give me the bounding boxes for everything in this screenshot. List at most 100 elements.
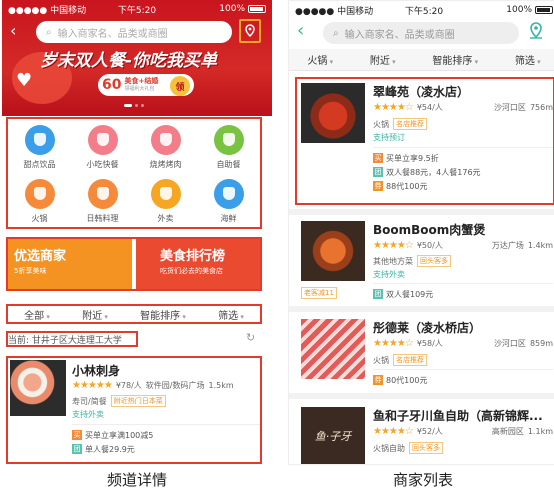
deal-row[interactable]: 券 80代100元	[373, 373, 553, 387]
shop-area: 高新园区	[491, 427, 524, 436]
search-bar[interactable]: ⌕ 输入商家名、品类或商圈	[323, 22, 519, 44]
category-label: 甜点饮品	[23, 159, 56, 169]
shop-name[interactable]: 彤德莱（凌水桥店）	[373, 319, 481, 336]
deal-text: 买单立享9.5折	[386, 153, 439, 163]
banner-claim-button[interactable]: 领	[170, 76, 190, 96]
category-item[interactable]: 火锅	[8, 174, 71, 228]
shop-thumbnail[interactable]	[301, 319, 365, 379]
location-pin-icon	[245, 24, 255, 38]
shop-thumbnail[interactable]	[10, 360, 66, 416]
promo-subtitle: 吃货们必去的美食店	[160, 267, 223, 275]
banner-pager	[124, 104, 144, 107]
filter-option[interactable]: 全部	[24, 307, 50, 322]
category-item[interactable]: 甜点饮品	[8, 120, 71, 174]
banner-pill-number: 60	[102, 77, 122, 93]
deal-type-icon: 买	[72, 430, 82, 440]
heart-icon: ♥	[16, 70, 33, 91]
deal-row[interactable]: 买买单立享满100减5	[72, 428, 262, 442]
deal-text: 80代100元	[386, 375, 428, 385]
refresh-icon[interactable]: ↻	[246, 331, 255, 344]
promo-subtitle: 5折享美味	[14, 267, 47, 275]
shop-area: 软件园/数码广场	[145, 381, 205, 390]
battery-percent: 100%	[506, 5, 532, 15]
shop-badge: 附近热门日本菜	[110, 395, 166, 407]
shop-name[interactable]: BoomBoom肉蟹煲	[373, 221, 485, 238]
channel-detail-screen: ●●●●● 中国移动 下午5:20 100% ‹ ⌕ 输入商家名、品类或商圈 ♥…	[2, 0, 272, 465]
category-item[interactable]: 日韩料理	[71, 174, 134, 228]
filter-bar: 全部 附近 智能排序 筛选	[8, 306, 260, 322]
map-button[interactable]	[239, 19, 261, 43]
shop-name[interactable]: 翠峰苑（凌水店）	[373, 83, 469, 100]
back-icon[interactable]: ‹	[10, 21, 16, 40]
deal-row[interactable]: 券 88代100元	[373, 179, 553, 193]
avg-price: ¥78/人	[115, 381, 142, 390]
category-item[interactable]: 小吃快餐	[71, 120, 134, 174]
filter-option[interactable]: 智能排序	[140, 307, 186, 322]
avg-price: ¥58/人	[416, 339, 443, 348]
shop-deals: 买买单立享满100减5 团单人餐29.9元	[72, 428, 262, 456]
returning-customer-tag: 老客减11	[301, 287, 337, 299]
shop-badge: 名店推荐	[393, 354, 427, 366]
category-label: 日韩料理	[86, 213, 119, 223]
back-icon[interactable]: ‹	[297, 20, 304, 41]
shop-distance: 1.1km	[527, 427, 553, 436]
shop-thumbnail[interactable]	[301, 83, 365, 143]
shop-deals: 买买单立享9.5折团双人餐88元，4人餐176元券 88代100元	[373, 151, 553, 193]
clock: 下午5:20	[117, 5, 157, 16]
avg-price: ¥54/人	[416, 103, 443, 112]
deal-text: 双人餐88元，4人餐176元	[386, 167, 481, 177]
filter-option[interactable]: 火锅	[307, 52, 333, 67]
shop-name[interactable]: 小林刺身	[72, 362, 120, 379]
shop-distance: 1.4km	[527, 241, 553, 250]
filter-option[interactable]: 智能排序	[432, 52, 478, 67]
shop-cuisine: 寿司/简餐	[72, 396, 107, 406]
shop-name[interactable]: 鱼和子牙川鱼自助（高新锦辉...	[373, 407, 554, 424]
shop-distance: 756m	[529, 103, 553, 112]
category-item[interactable]: 烧烤烤肉	[134, 120, 197, 174]
shop-logo[interactable]: 鱼·子牙	[301, 407, 365, 464]
promo-title: 美食排行榜	[160, 249, 226, 264]
deal-row[interactable]: 团单人餐29.9元	[72, 442, 262, 456]
carrier-text: ●●●●● 中国移动	[295, 6, 374, 17]
category-item[interactable]: 自助餐	[197, 120, 260, 174]
search-icon: ⌕	[333, 27, 339, 39]
filter-bar: 火锅 附近 智能排序 筛选	[289, 49, 554, 71]
category-item[interactable]: 海鲜	[197, 174, 260, 228]
deal-row[interactable]: 买买单立享9.5折	[373, 151, 553, 165]
banner-pill-line2: 领福利大礼包	[124, 86, 155, 92]
map-button[interactable]	[529, 22, 543, 44]
category-label: 海鲜	[220, 213, 237, 223]
promo-tile-selected-merchants[interactable]: 优选商家 5折享美味	[8, 239, 132, 289]
takeout-icon	[150, 178, 181, 209]
filter-option[interactable]: 附近	[370, 52, 396, 67]
deal-type-icon: 团	[373, 167, 383, 177]
deal-row[interactable]: 团双人餐109元	[373, 287, 553, 301]
promo-title: 优选商家	[14, 249, 67, 264]
location-pin-icon	[530, 22, 542, 39]
shop-thumbnail[interactable]	[301, 221, 365, 281]
divider	[373, 147, 553, 148]
deal-row[interactable]: 团双人餐88元，4人餐176元	[373, 165, 553, 179]
filter-option[interactable]: 附近	[82, 307, 108, 322]
category-label: 自助餐	[216, 159, 241, 169]
shop-area: 万达广场	[491, 241, 524, 250]
search-bar[interactable]: ⌕ 输入商家名、品类或商圈	[36, 21, 232, 43]
status-bar: ●●●●● 中国移动 下午5:20 100%	[289, 1, 554, 19]
shop-cuisine: 火锅自助	[373, 443, 405, 453]
category-label: 外卖	[157, 213, 174, 223]
hotpot-icon	[24, 178, 55, 209]
deal-text: 88代100元	[386, 181, 428, 191]
clock: 下午5:20	[404, 6, 444, 17]
banner-title: 岁末双人餐-你吃我买单	[40, 51, 218, 71]
shop-deals: 券 80代100元	[373, 373, 553, 387]
category-item[interactable]: 外卖	[134, 174, 197, 228]
battery-percent: 100%	[219, 4, 245, 14]
buffet-icon	[213, 124, 244, 155]
promo-tile-food-ranking[interactable]: 美食排行榜 吃货们必去的美食店	[136, 239, 260, 289]
merchant-list-screen: ●●●●● 中国移动 下午5:20 100% ‹ ⌕ 输入商家名、品类或商圈 火…	[288, 0, 554, 465]
shop-badge: 回头客多	[417, 255, 451, 267]
filter-option[interactable]: 筛选	[218, 307, 244, 322]
category-grid: 甜点饮品 小吃快餐 烧烤烤肉 自助餐火锅 日韩料理 外卖 海鲜	[8, 120, 260, 228]
filter-option[interactable]: 筛选	[515, 52, 541, 67]
rating-stars: ★★★★☆	[373, 240, 414, 251]
